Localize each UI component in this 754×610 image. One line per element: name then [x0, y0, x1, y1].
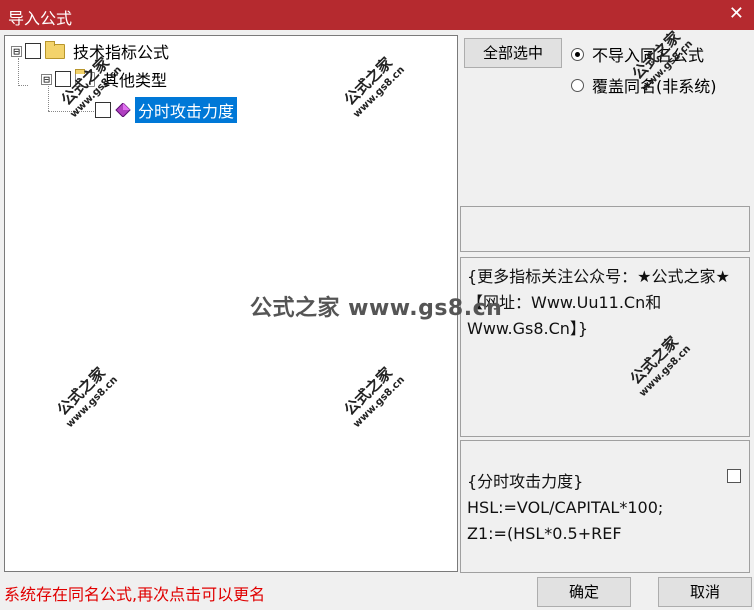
code-line: {分时攻击力度}	[467, 472, 584, 491]
code-line: HSL:=VOL/CAPITAL*100;	[467, 498, 664, 517]
code-checkbox[interactable]	[727, 469, 741, 483]
info-field	[460, 206, 750, 252]
collapse-icon[interactable]: ⊟	[41, 73, 52, 85]
window-title: 导入公式	[8, 9, 73, 28]
tree-node-label-selected[interactable]: 分时攻击力度	[135, 97, 238, 123]
ok-button[interactable]: 确定	[537, 577, 631, 607]
formula-checkbox[interactable]	[95, 102, 111, 118]
watermark-center: 公式之家 www.gs8.cn	[250, 296, 503, 321]
collapse-icon[interactable]: ⊟	[11, 45, 22, 57]
tree-node-formula[interactable]: 分时攻击力度	[95, 97, 238, 123]
watermark: 公式之家 www.gs8.cn	[53, 363, 121, 431]
formula-description: {更多指标关注公众号：★公式之家★ 【网址：Www.Uu11.Cn和Www.Gs…	[460, 257, 750, 437]
close-icon[interactable]: ✕	[729, 4, 744, 24]
status-message: 系统存在同名公式,再次点击可以更名	[4, 585, 266, 604]
folder-icon	[45, 40, 65, 59]
radio-button[interactable]	[571, 78, 584, 92]
tree-node-root[interactable]: ⊟ 技术指标公式	[11, 38, 169, 64]
cancel-button[interactable]: 取消	[658, 577, 752, 607]
watermark: 公式之家 www.gs8.cn	[340, 53, 408, 121]
radio-button[interactable]	[571, 47, 584, 61]
description-text: {更多指标关注公众号：★公式之家★ 【网址：Www.Uu11.Cn和Www.Gs…	[467, 267, 730, 338]
title-bar: 导入公式 ✕	[0, 0, 754, 30]
tree-connector	[18, 85, 28, 86]
root-checkbox[interactable]	[25, 43, 41, 59]
select-all-button[interactable]: 全部选中	[464, 38, 562, 68]
formula-code: {分时攻击力度} HSL:=VOL/CAPITAL*100; Z1:=(HSL*…	[460, 440, 750, 573]
purple-diamond-icon	[115, 103, 131, 117]
tree-node-label: 技术指标公式	[73, 43, 170, 62]
watermark: 公式之家 www.gs8.cn	[340, 363, 408, 431]
code-line: Z1:=(HSL*0.5+REF	[467, 524, 622, 543]
